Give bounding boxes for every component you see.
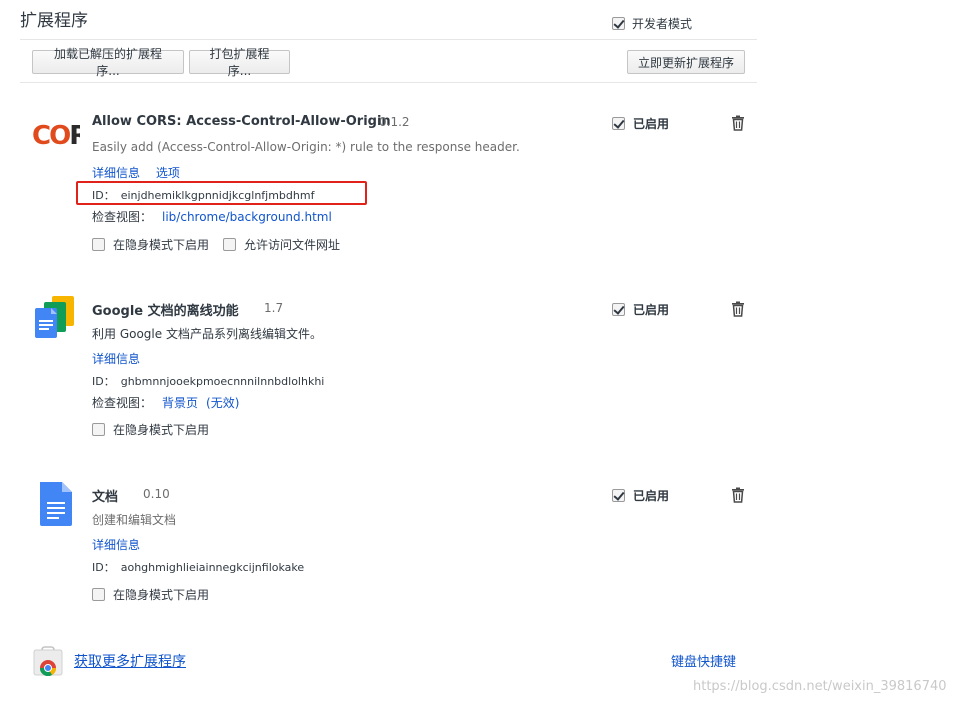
incognito-checkbox[interactable] (92, 588, 105, 601)
extension-id: ID： aohghmighlieiainnegkcijnfilokake (92, 559, 304, 575)
enabled-toggle[interactable]: 已启用 (612, 301, 669, 318)
load-unpacked-button[interactable]: 加载已解压的扩展程序... (32, 47, 184, 78)
enabled-label: 已启用 (633, 303, 670, 317)
extension-description: Easily add (Access-Control-Allow-Origin:… (92, 140, 520, 154)
incognito-option[interactable]: 在隐身模式下启用 (92, 236, 209, 253)
incognito-option[interactable]: 在隐身模式下启用 (92, 586, 209, 603)
incognito-checkbox[interactable] (92, 423, 105, 436)
inspect-views: 检查视图： lib/chrome/background.html (92, 208, 332, 225)
enabled-toggle[interactable]: 已启用 (612, 487, 669, 504)
inspect-views: 检查视图： 背景页 (无效) (92, 394, 239, 411)
incognito-option[interactable]: 在隐身模式下启用 (92, 421, 209, 438)
background-page-link[interactable]: lib/chrome/background.html (162, 210, 332, 224)
red-highlight-box (76, 181, 367, 205)
enabled-toggle[interactable]: 已启用 (612, 115, 669, 132)
pack-extension-button[interactable]: 打包扩展程序... (189, 47, 290, 78)
file-access-checkbox[interactable] (223, 238, 237, 251)
details-link[interactable]: 详细信息 (92, 166, 140, 180)
google-docs-offline-icon (35, 296, 74, 338)
incognito-label: 在隐身模式下启用 (113, 423, 210, 437)
background-page-link[interactable]: 背景页 (162, 396, 198, 410)
update-extensions-button[interactable]: 立即更新扩展程序 (627, 50, 745, 74)
svg-text:CORS: CORS (32, 121, 80, 151)
cors-logo-icon: CORS (32, 121, 80, 151)
inactive-label: (无效) (206, 396, 240, 410)
keyboard-shortcuts-link[interactable]: 键盘快捷键 (671, 651, 736, 670)
extension-id-label: ID： (92, 561, 115, 574)
extension-version: 0.10 (143, 487, 170, 501)
details-link[interactable]: 详细信息 (92, 538, 140, 552)
extension-version: 0.1.2 (379, 115, 410, 129)
details-link[interactable]: 详细信息 (92, 352, 140, 366)
get-more-extensions-link[interactable]: 获取更多扩展程序 (74, 651, 186, 671)
watermark: https://blog.csdn.net/weixin_39816740 (693, 679, 947, 694)
extension-name: Allow CORS: Access-Control-Allow-Origin (92, 114, 391, 129)
chrome-web-store-icon (33, 646, 63, 676)
inspect-views-label: 检查视图： (92, 210, 153, 224)
google-docs-icon (40, 482, 72, 526)
extension-version: 1.7 (264, 301, 284, 315)
trash-icon[interactable] (731, 115, 745, 131)
inspect-views-label: 检查视图： (92, 396, 153, 410)
developer-mode-label: 开发者模式 (632, 17, 693, 31)
extension-id: ID： ghbmnnjooekpmoecnnnilnnbdlolhkhi (92, 373, 324, 389)
extension-name: Google 文档的离线功能 (92, 304, 239, 319)
extension-description: 利用 Google 文档产品系列离线编辑文件。 (92, 327, 322, 341)
enabled-checkbox[interactable] (612, 489, 625, 502)
enabled-label: 已启用 (633, 117, 670, 131)
extension-id-label: ID： (92, 375, 115, 388)
page-title: 扩展程序 (20, 11, 88, 31)
toolbar-divider (20, 82, 757, 83)
developer-mode-toggle[interactable]: 开发者模式 (612, 15, 692, 32)
developer-mode-checkbox[interactable] (612, 17, 625, 30)
incognito-label: 在隐身模式下启用 (113, 238, 210, 252)
enabled-label: 已启用 (633, 489, 670, 503)
extension-id-value: aohghmighlieiainnegkcijnfilokake (120, 561, 305, 574)
trash-icon[interactable] (731, 487, 745, 503)
trash-icon[interactable] (731, 301, 745, 317)
extension-id-value: ghbmnnjooekpmoecnnnilnnbdlolhkhi (120, 375, 325, 388)
file-access-option[interactable]: 允许访问文件网址 (223, 236, 340, 253)
options-link[interactable]: 选项 (156, 166, 180, 180)
incognito-checkbox[interactable] (92, 238, 105, 251)
enabled-checkbox[interactable] (612, 117, 625, 130)
incognito-label: 在隐身模式下启用 (113, 588, 210, 602)
extension-description: 创建和编辑文档 (92, 513, 177, 527)
enabled-checkbox[interactable] (612, 303, 625, 316)
file-access-label: 允许访问文件网址 (244, 238, 341, 252)
header-divider (20, 39, 757, 40)
extension-name: 文档 (92, 490, 119, 505)
